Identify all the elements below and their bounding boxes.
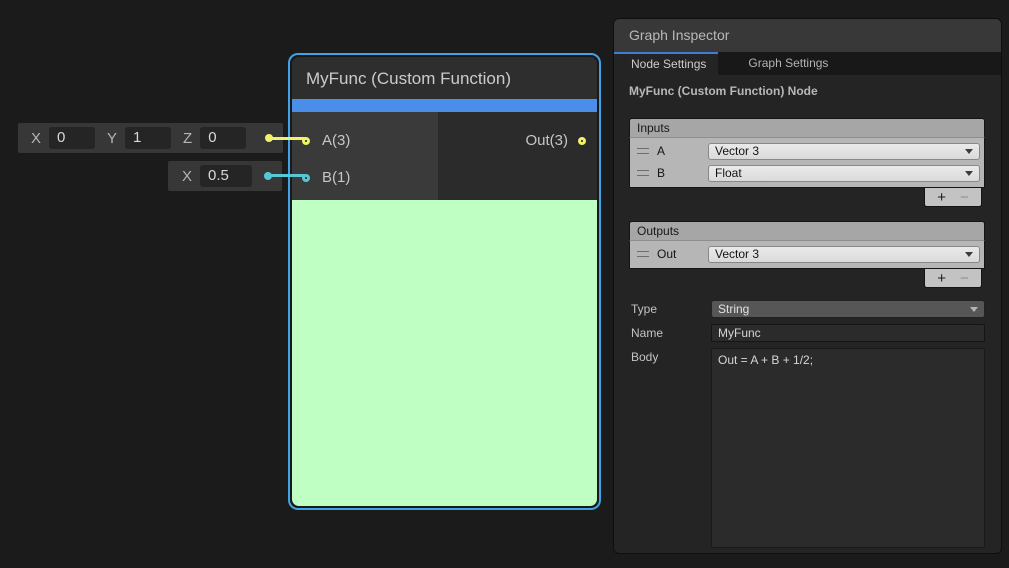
field-label-x: X (31, 130, 41, 147)
output-row-name: Out (657, 247, 708, 261)
output-out-type-dropdown[interactable]: Vector 3 (708, 246, 980, 263)
input-a-type-dropdown[interactable]: Vector 3 (708, 143, 980, 160)
inspector-tabs: Node Settings Graph Settings (614, 52, 1001, 75)
graph-inspector-panel: Graph Inspector Node Settings Graph Sett… (613, 18, 1002, 554)
list-item: B Float (630, 162, 984, 184)
name-label: Name (629, 324, 711, 340)
body-row: Body Out = A + B + 1/2; (629, 348, 985, 548)
field-label-x: X (182, 168, 192, 185)
drag-handle-icon[interactable] (637, 148, 649, 154)
input-ports-column: A(3) B(1) (292, 112, 438, 200)
inputs-list-footer: + − (924, 188, 982, 207)
remove-output-button[interactable]: − (960, 270, 969, 287)
inspector-title[interactable]: Graph Inspector (614, 19, 1001, 52)
chevron-down-icon (965, 252, 973, 257)
type-dropdown[interactable]: String (711, 300, 985, 318)
edge-to-port-b[interactable] (268, 174, 306, 177)
node-preview (292, 200, 597, 506)
node-title-accent-bar (292, 99, 597, 112)
drag-handle-icon[interactable] (637, 251, 649, 257)
list-item: A Vector 3 (630, 140, 984, 162)
inputs-list-body: A Vector 3 B Float (629, 138, 985, 188)
node-title: MyFunc (Custom Function) (292, 57, 597, 99)
vector3-input-widget: X 0 Y 1 Z 0 (18, 123, 283, 153)
inputs-list-title: Inputs (629, 118, 985, 138)
name-field[interactable] (711, 324, 985, 342)
field-label-y: Y (107, 130, 117, 147)
inputs-list: Inputs A Vector 3 B Float (629, 118, 985, 207)
float-input-widget: X 0.5 (168, 161, 282, 191)
input-b-type-dropdown[interactable]: Float (708, 165, 980, 182)
tab-graph-settings[interactable]: Graph Settings (731, 52, 840, 75)
node-settings-heading: MyFunc (Custom Function) Node (629, 84, 985, 98)
body-field[interactable]: Out = A + B + 1/2; (711, 348, 985, 548)
port-row-out: Out(3) (438, 122, 597, 159)
body-label: Body (629, 348, 711, 364)
port-a-label: A(3) (322, 132, 350, 149)
edge-to-port-a[interactable] (268, 137, 306, 140)
dropdown-value: Vector 3 (715, 143, 759, 159)
outputs-list: Outputs Out Vector 3 + − (629, 221, 985, 288)
type-row: Type String (629, 300, 985, 318)
dropdown-value: Vector 3 (715, 246, 759, 262)
add-input-button[interactable]: + (937, 189, 946, 206)
float-x-field[interactable]: 0.5 (200, 165, 252, 187)
add-output-button[interactable]: + (937, 270, 946, 287)
node-body: MyFunc (Custom Function) A(3) B(1) Out(3… (292, 57, 597, 506)
dropdown-value: Float (715, 165, 742, 181)
input-row-name: A (657, 144, 708, 158)
outputs-list-body: Out Vector 3 (629, 241, 985, 269)
type-label: Type (629, 300, 711, 316)
port-b-label: B(1) (322, 169, 350, 186)
list-item: Out Vector 3 (630, 243, 984, 265)
name-row: Name (629, 324, 985, 342)
output-ports-column: Out(3) (438, 112, 597, 200)
field-label-z: Z (183, 130, 192, 147)
drag-handle-icon[interactable] (637, 170, 649, 176)
vector3-x-field[interactable]: 0 (49, 127, 95, 149)
outputs-list-footer: + − (924, 269, 982, 288)
node-ports-section: A(3) B(1) Out(3) (292, 112, 597, 200)
chevron-down-icon (965, 149, 973, 154)
tab-node-settings[interactable]: Node Settings (614, 52, 718, 75)
input-row-name: B (657, 166, 708, 180)
port-row-a: A(3) (292, 122, 438, 159)
dropdown-value: String (718, 301, 749, 317)
port-out-connector-icon[interactable] (578, 137, 586, 145)
vector3-y-field[interactable]: 1 (125, 127, 171, 149)
chevron-down-icon (965, 171, 973, 176)
vector3-z-field[interactable]: 0 (200, 127, 246, 149)
chevron-down-icon (970, 307, 978, 312)
custom-function-node[interactable]: MyFunc (Custom Function) A(3) B(1) Out(3… (288, 53, 601, 510)
outputs-list-title: Outputs (629, 221, 985, 241)
port-row-b: B(1) (292, 159, 438, 196)
remove-input-button[interactable]: − (960, 189, 969, 206)
port-out-label: Out(3) (525, 132, 568, 149)
inspector-content: MyFunc (Custom Function) Node Inputs A V… (614, 75, 1001, 548)
